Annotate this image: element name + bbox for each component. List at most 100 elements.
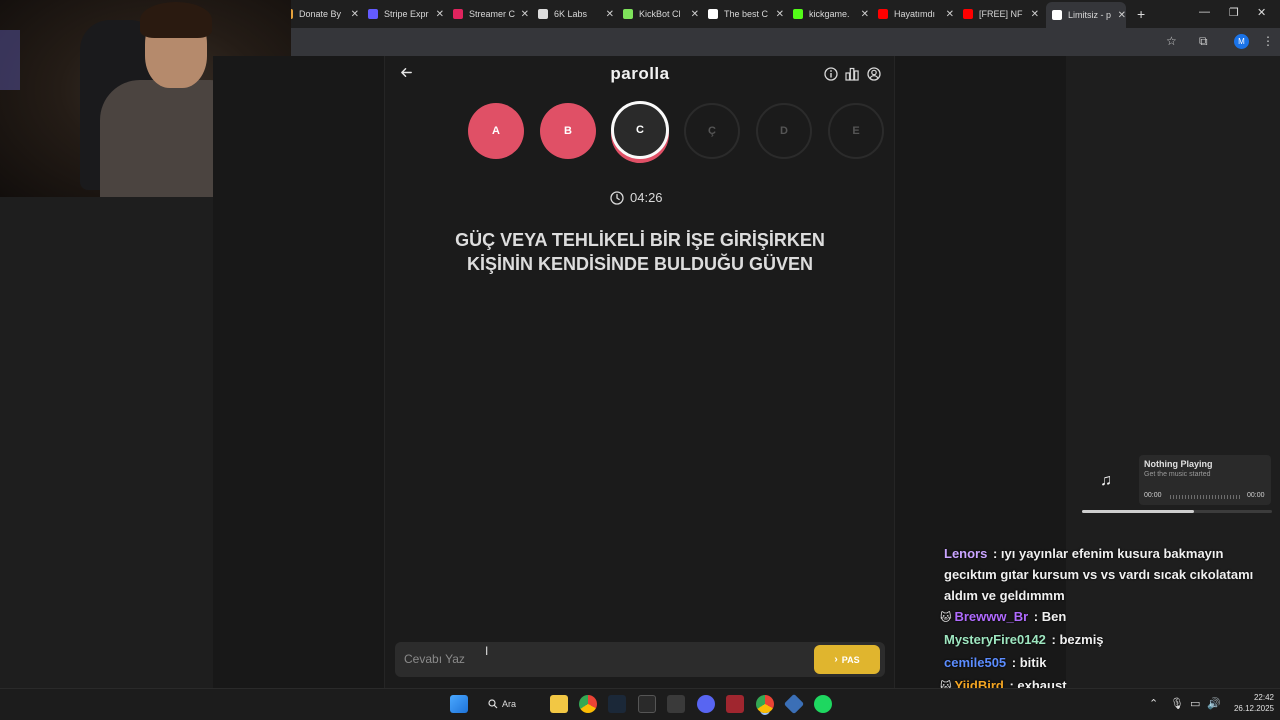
letter-current: C (611, 101, 669, 159)
tab-favicon-icon (368, 9, 378, 19)
tab-close-icon[interactable]: ✕ (436, 9, 444, 20)
info-button[interactable] (824, 67, 838, 81)
chat-message: cemile505 : bitik (940, 652, 1276, 673)
browser-tab[interactable]: Hayatımdı ✕ (878, 4, 954, 24)
tab-favicon-icon (793, 9, 803, 19)
tab-close-icon[interactable]: ✕ (861, 9, 869, 20)
tab-close-icon[interactable]: ✕ (1118, 10, 1126, 21)
tab-label: [FREE] NF (979, 9, 1023, 19)
chat-text: bezmiş (1059, 632, 1104, 647)
countdown-timer: 04:26 (610, 190, 663, 205)
volume-bar[interactable] (1082, 510, 1272, 513)
clock-date: 26.12.2025 (1233, 704, 1274, 713)
maximize-button[interactable]: ❐ (1229, 6, 1239, 19)
question-text: GÜÇ VEYA TEHLİKELİ BİR İŞE GİRİŞİRKEN Kİ… (455, 230, 825, 274)
bookmark-star-icon[interactable]: ☆ (1166, 34, 1177, 48)
chat-badge-icon: 🐱 (940, 612, 952, 624)
tab-close-icon[interactable]: ✕ (776, 9, 784, 20)
tab-close-icon[interactable]: ✕ (1031, 9, 1039, 20)
tab-close-icon[interactable]: ✕ (521, 9, 529, 20)
pass-button[interactable]: › PAS (814, 645, 880, 674)
chat-separator: : (989, 546, 1001, 561)
browser-tab[interactable]: Streamer C ✕ (453, 4, 529, 24)
back-button[interactable] (400, 66, 413, 82)
browser-tab[interactable]: The best C ✕ (708, 4, 784, 24)
browser-tab[interactable]: kickgame. ✕ (793, 4, 869, 24)
profile-avatar[interactable]: M (1234, 34, 1249, 49)
chevron-right-icon: › (834, 654, 838, 665)
chat-text: Ben (1041, 609, 1067, 624)
screen: { "browser": { "tabs": [ {"label": "Dona… (0, 0, 1280, 720)
stats-button[interactable] (845, 67, 859, 81)
discord-icon[interactable] (697, 695, 715, 713)
chat-separator: : (1030, 609, 1042, 624)
pass-label: PAS (841, 654, 860, 665)
volume-fill (1082, 510, 1195, 513)
track-progress-dots (1170, 495, 1242, 499)
tab-label: kickgame. (809, 9, 850, 19)
stats-icon (845, 67, 859, 81)
tab-favicon-icon (623, 9, 633, 19)
minimize-button[interactable]: — (1199, 6, 1210, 18)
tab-close-icon[interactable]: ✕ (606, 9, 614, 20)
extensions-icon[interactable]: ⧉ (1199, 34, 1208, 49)
search-label: Ara (502, 699, 517, 709)
network-icon[interactable]: ▭ (1190, 697, 1200, 710)
timer-value: 04:26 (630, 190, 663, 205)
browser-tab[interactable]: KickBot Cl ✕ (623, 4, 699, 24)
tab-favicon-icon (708, 9, 718, 19)
arrow-left-icon (401, 68, 412, 77)
start-windows-icon[interactable] (450, 695, 468, 713)
browser-tab[interactable]: Stripe Expr ✕ (368, 4, 444, 24)
tab-label: Limitsiz - p (1068, 10, 1112, 20)
chat-username[interactable]: Brewww_Br (954, 609, 1028, 624)
chat-message: 🐱 Brewww_Br : Ben (940, 606, 1276, 629)
letter-pending: Ç (684, 103, 740, 159)
file-explorer-icon[interactable] (550, 695, 568, 713)
music-note-icon: ♫ (1100, 472, 1112, 489)
browser-menu-icon[interactable]: ⋮ (1262, 34, 1274, 48)
tray-chevron-icon[interactable]: ⌃ (1149, 697, 1158, 710)
now-playing-title: Nothing Playing (1144, 459, 1213, 469)
tab-close-icon[interactable]: ✕ (946, 9, 954, 20)
new-tab-button[interactable]: + (1137, 6, 1145, 22)
tab-close-icon[interactable]: ✕ (351, 9, 359, 20)
text-cursor-icon: I (485, 644, 489, 658)
browser-tab[interactable]: Limitsiz - p ✕ (1046, 2, 1126, 28)
browser-tab[interactable]: Donate By ✕ (283, 4, 359, 24)
system-clock[interactable]: 22:42 26.12.2025 (1228, 692, 1274, 714)
game-launcher-icon[interactable] (667, 695, 685, 713)
chat-username[interactable]: MysteryFire0142 (944, 632, 1046, 647)
chrome-active-icon[interactable] (756, 695, 774, 713)
taskbar-search[interactable]: Ara (488, 694, 516, 714)
profile-icon (867, 67, 881, 81)
chat-message: MysteryFire0142 : bezmiş (940, 629, 1276, 650)
chat-separator: : (1008, 655, 1020, 670)
answer-input[interactable] (404, 650, 794, 668)
microphone-icon[interactable]: 🎙 (1170, 697, 1184, 710)
chat-username[interactable]: cemile505 (944, 655, 1006, 670)
volume-icon[interactable]: 🔊 (1207, 697, 1221, 710)
steam-icon[interactable] (608, 695, 626, 713)
tab-label: Stripe Expr (384, 9, 429, 19)
clock-time: 22:42 (1253, 693, 1274, 702)
letter-pending: E (828, 103, 884, 159)
browser-tab[interactable]: 6K Labs ✕ (538, 4, 614, 24)
chrome-icon[interactable] (579, 695, 597, 713)
letter-done: A (468, 103, 524, 159)
browser-tab[interactable]: [FREE] NF ✕ (963, 4, 1039, 24)
epic-games-icon[interactable] (638, 695, 656, 713)
track-time-start: 00:00 (1144, 492, 1162, 499)
search-icon (488, 699, 498, 709)
tab-label: Donate By (299, 9, 342, 19)
spotify-icon[interactable] (814, 695, 832, 713)
close-window-button[interactable]: ✕ (1257, 6, 1266, 19)
chat-message: Lenors : ıyı yayınlar efenim kusura bakm… (940, 543, 1276, 606)
video-app-icon[interactable] (726, 695, 744, 713)
chat-username[interactable]: Lenors (944, 546, 987, 561)
profile-button[interactable] (867, 67, 881, 81)
track-time-end: 00:00 (1247, 492, 1265, 499)
tab-label: KickBot Cl (639, 9, 681, 19)
tab-favicon-icon (963, 9, 973, 19)
tab-close-icon[interactable]: ✕ (691, 9, 699, 20)
